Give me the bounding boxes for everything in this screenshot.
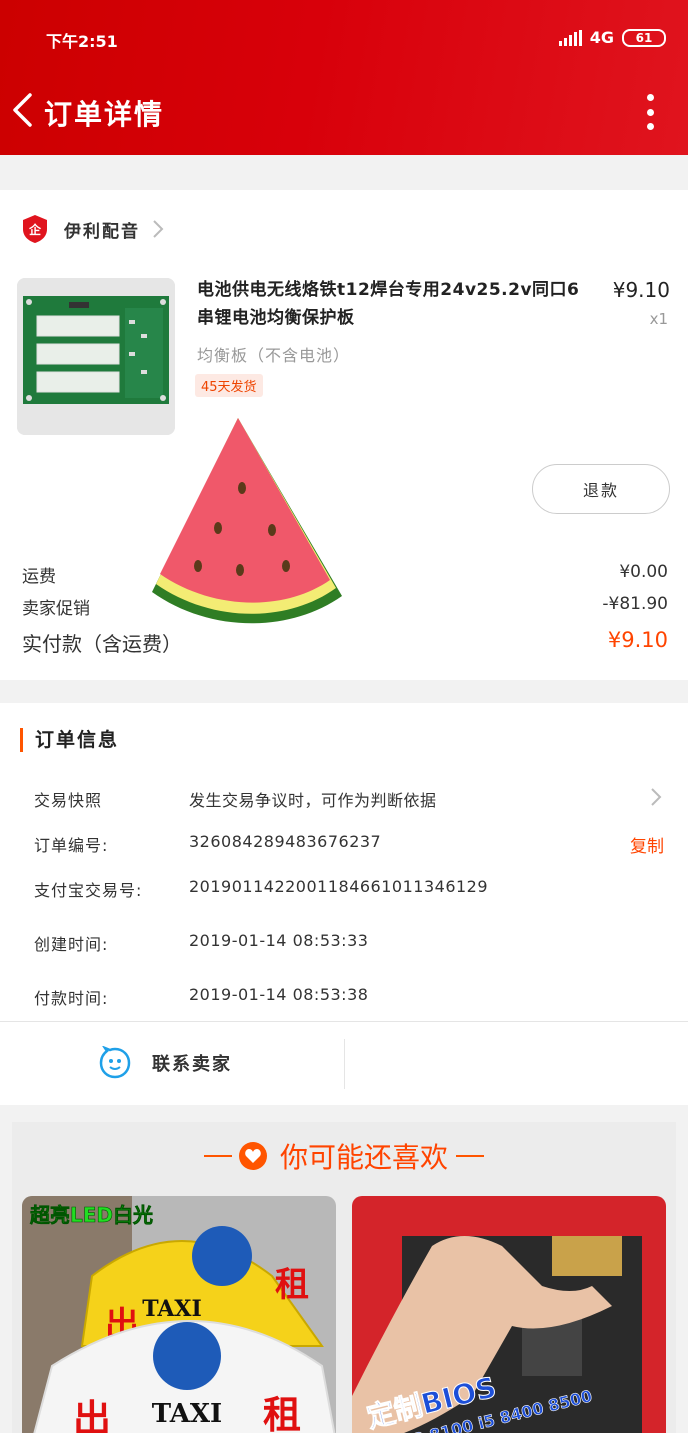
recommend-header: 你可能还喜欢 [12,1136,676,1176]
refund-button[interactable]: 退款 [532,464,670,514]
info-label: 付款时间: [34,989,109,1008]
taxi-label: TAXI [142,1296,202,1322]
created-time: 2019-01-14 08:53:33 [189,931,369,950]
paid-time: 2019-01-14 08:53:38 [189,985,369,1004]
order-info-title: 订单信息 [20,728,119,752]
taxi-label-right: 租 [275,1265,309,1305]
fee-row-shipping: 运费 ¥0.00 [22,562,668,587]
chat-bubble-icon [99,1046,131,1079]
decor-line [456,1155,484,1157]
product-quantity: x1 [649,310,668,328]
fee-row-total: 实付款（含运费） ¥9.10 [22,628,668,657]
shipping-tag: 45天发货 [195,374,263,397]
shop-name: 伊利配音 [64,221,140,242]
chevron-right-icon [651,788,662,806]
fee-label: 运费 [22,567,56,587]
page-title: 订单详情 [44,98,165,131]
nav-bar: 订单详情 [0,80,688,140]
info-label: 订单编号: [34,836,109,855]
info-label: 交易快照 [34,791,103,810]
fee-label: 卖家促销 [22,599,90,619]
info-label: 支付宝交易号: [34,881,143,900]
order-detail-page: 下午2:51 4G 61 订单详情 企 伊利配音 电池供电无线烙铁t12焊台专用… [0,0,688,1433]
order-info-card: 订单信息 交易快照 发生交易争议时，可作为判断依据 订单编号: 32608428… [0,703,688,1105]
order-number: 326084289483676237 [189,832,382,851]
shop-badge-icon: 企 [23,215,47,243]
divider [0,1021,688,1022]
info-label: 创建时间: [34,935,109,954]
recommend-item-motherboard[interactable]: 定制BIOS 支持i3 8100 i5 8400 8500 [352,1196,666,1433]
alipay-number: 2019011422001184661011346129 [189,877,489,896]
taxi-sign-image: TAXI 出 租 TAXI 出 租 超亮LED白光 [22,1196,336,1433]
recommend-overlay-text: 超亮LED白光 [29,1203,153,1227]
product-sku: 均衡板（不含电池） [197,346,351,365]
status-time: 下午2:51 [46,32,118,51]
fee-row-promotion: 卖家促销 -¥81.90 [22,594,668,619]
decor-line [203,1155,232,1157]
more-menu-icon[interactable] [642,94,658,130]
svg-text:租: 租 [263,1393,301,1433]
product-image[interactable] [17,278,175,435]
recommendations: 你可能还喜欢 TAXI 出 租 TAXI 出 租 超亮LED白光 定制BIOS … [12,1122,676,1433]
info-value: 发生交易争议时，可作为判断依据 [189,791,437,810]
svg-text:出: 出 [73,1397,111,1433]
svg-text:企: 企 [28,222,42,237]
motherboard-image: 定制BIOS 支持i3 8100 i5 8400 8500 [352,1196,666,1433]
network-label: 4G [589,28,614,47]
divider [344,1039,345,1089]
order-item-card: 企 伊利配音 电池供电无线烙铁t12焊台专用24v25.2v同口6串锂电池均衡保… [0,190,688,680]
fee-value: -¥81.90 [602,594,668,614]
contact-seller-label: 联系卖家 [152,1054,232,1075]
svg-text:TAXI: TAXI [152,1399,222,1429]
pcb-board-image [17,278,175,435]
chevron-right-icon [153,220,164,238]
product-price: ¥9.10 [612,278,670,302]
product-title[interactable]: 电池供电无线烙铁t12焊台专用24v25.2v同口6串锂电池均衡保护板 [197,276,587,332]
back-arrow-icon[interactable] [10,92,36,128]
watermelon-sticker-icon [152,418,342,624]
signal-icon [558,29,582,46]
battery-icon: 61 [622,28,666,47]
heart-icon [238,1142,267,1170]
contact-seller-button[interactable]: 联系卖家 [98,1043,232,1083]
battery-level: 61 [635,30,653,45]
header: 下午2:51 4G 61 订单详情 [0,0,688,155]
status-bar: 下午2:51 4G 61 [0,28,688,52]
copy-button[interactable]: 复制 [630,832,664,857]
fee-value: ¥0.00 [619,562,668,582]
total-value: ¥9.10 [607,628,668,652]
shop-link[interactable]: 企 伊利配音 [22,214,164,244]
recommend-title: 你可能还喜欢 [279,1141,448,1174]
recommend-item-taxi-sign[interactable]: TAXI 出 租 TAXI 出 租 超亮LED白光 [22,1196,336,1433]
